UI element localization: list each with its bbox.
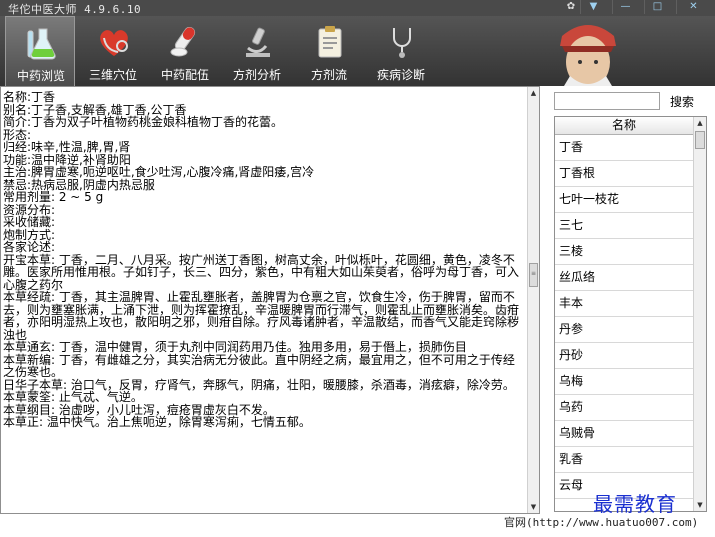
title-bar: 华佗中医大师 4.9.6.10 ✿ ▼ — □ ✕ [0,0,715,16]
window-title: 华佗中医大师 4.9.6.10 [8,3,142,16]
scroll-down-icon[interactable]: ▼ [694,499,706,511]
list-item[interactable]: 丹砂 [555,343,693,369]
microscope-icon [246,27,270,57]
list-scrollbar[interactable]: ▲ ▼ [693,117,706,511]
list-item[interactable]: 三棱 [555,239,693,265]
maximize-icon[interactable]: □ [644,0,670,14]
settings-gear-icon[interactable]: ✿ [562,0,580,14]
list-item[interactable]: 乳香 [555,447,693,473]
scroll-thumb[interactable]: ≡ [529,263,538,287]
list-items: 丁香 丁香根 七叶一枝花 三七 三棱 丝瓜络 丰本 丹参 丹砂 乌梅 乌药 乌贼… [555,135,693,499]
info-line: 名称:丁香 [3,90,56,104]
info-line: 简介:丁香为双子叶植物药桃金娘科植物丁香的花蕾。 [3,115,284,129]
stethoscope-icon [393,28,411,58]
info-line: 开宝本草: 丁香，二月、八月采。按广州送丁香图，树高丈余，叶似栎叶，花圆细，黄色… [3,252,520,292]
tab-herb-browse[interactable]: 中药浏览 [5,16,75,86]
tab-label: 方剂分析 [232,68,281,82]
list-item[interactable]: 乌贼骨 [555,421,693,447]
info-scrollbar[interactable]: ▲ ≡ ▼ [527,87,539,513]
scroll-up-icon[interactable]: ▲ [528,87,539,99]
info-line: 常用剂量: 2 ~ 5 g [3,190,104,204]
list-column-header[interactable]: 名称 [555,117,693,135]
list-item[interactable]: 乌梅 [555,369,693,395]
list-item[interactable]: 丝瓜络 [555,265,693,291]
info-line: 炮制方式: [3,227,56,242]
info-line: 本草蒙筌: 止气忒、气逆。 [3,390,143,404]
close-icon[interactable]: ✕ [676,0,710,14]
hua-tuo-portrait [560,25,616,86]
list-item[interactable]: 丹参 [555,317,693,343]
search-button[interactable]: 搜索 [670,92,702,110]
scroll-thumb[interactable] [695,131,705,149]
scroll-up-icon[interactable]: ▲ [694,117,706,129]
search-input[interactable] [554,92,660,110]
watermark-text: 最需教育 [593,492,677,516]
herb-info-text: 名称:丁香 别名:丁子香,支解香,雄丁香,公丁香 简介:丁香为双子叶植物药桃金娘… [3,91,525,429]
tab-label: 方剂流 [310,68,347,82]
list-item[interactable]: 三七 [555,213,693,239]
clipboard-icon [318,26,342,58]
info-line: 各家论述: [3,240,56,254]
main-toolbar: 中药浏览 三维穴位 中药配伍 方剂分析 方剂流 疾病诊断 [0,16,715,86]
list-item[interactable]: 乌药 [555,395,693,421]
tab-formula-flow[interactable]: 方剂流 [294,16,364,86]
heart-stethoscope-icon [100,30,128,56]
info-line: 本草新编: 丁香，有雌雄之分，其实治病无分彼此。直中阴经之病，最宜用之，但不可用… [3,352,515,379]
tab-disease-diagnosis[interactable]: 疾病诊断 [366,16,436,86]
herb-list[interactable]: 名称 丁香 丁香根 七叶一枝花 三七 三棱 丝瓜络 丰本 丹参 丹砂 乌梅 乌药… [554,116,707,512]
tab-label: 中药配伍 [160,68,209,82]
tab-label: 三维穴位 [88,68,137,82]
info-line: 本草经疏: 丁香，其主温脾胃、止霍乱壅胀者，盖脾胃为仓禀之官，饮食生冷，伤于脾胃… [3,290,520,342]
info-line: 本草通玄: 丁香，温中健胃，须于丸剂中同润药用乃佳。独用多用，易于僭上，损肺伤目 [3,340,467,354]
info-line: 本草正: 温中快气。治上焦呃逆，除胃寒泻痢，七情五郁。 [3,415,311,429]
status-bar: 官网(http://www.huatuo007.com) [0,514,715,537]
flask-icon [27,28,56,60]
tab-label: 疾病诊断 [376,68,425,82]
list-item[interactable]: 七叶一枝花 [555,187,693,213]
herb-info-panel[interactable]: 名称:丁香 别名:丁子香,支解香,雄丁香,公丁香 简介:丁香为双子叶植物药桃金娘… [0,86,540,514]
list-item[interactable]: 丁香 [555,135,693,161]
menu-dropdown-icon[interactable]: ▼ [580,0,606,14]
tab-label: 中药浏览 [16,69,65,83]
info-line: 采收储藏: [3,215,56,229]
minimize-icon[interactable]: — [612,0,638,14]
tab-herb-compatibility[interactable]: 中药配伍 [150,16,220,86]
info-line: 主治:脾胃虚寒,呃逆呕吐,食少吐泻,心腹冷痛,肾虚阳痿,宫冷 [3,165,315,179]
list-item[interactable]: 丁香根 [555,161,693,187]
herb-list-panel: 搜索 名称 丁香 丁香根 七叶一枝花 三七 三棱 丝瓜络 丰本 丹参 丹砂 乌梅… [546,86,715,514]
pills-icon [170,26,196,57]
tab-formula-analysis[interactable]: 方剂分析 [222,16,292,86]
scroll-down-icon[interactable]: ▼ [528,501,539,513]
info-line: 归经:味辛,性温,脾,胃,肾 [3,140,131,154]
app-window: 华佗中医大师 4.9.6.10 ✿ ▼ — □ ✕ 中药浏览 三维穴位 中药配伍… [0,0,715,537]
info-line: 资源分布: [3,202,56,217]
list-item[interactable]: 丰本 [555,291,693,317]
tab-3d-acupoint[interactable]: 三维穴位 [78,16,148,86]
